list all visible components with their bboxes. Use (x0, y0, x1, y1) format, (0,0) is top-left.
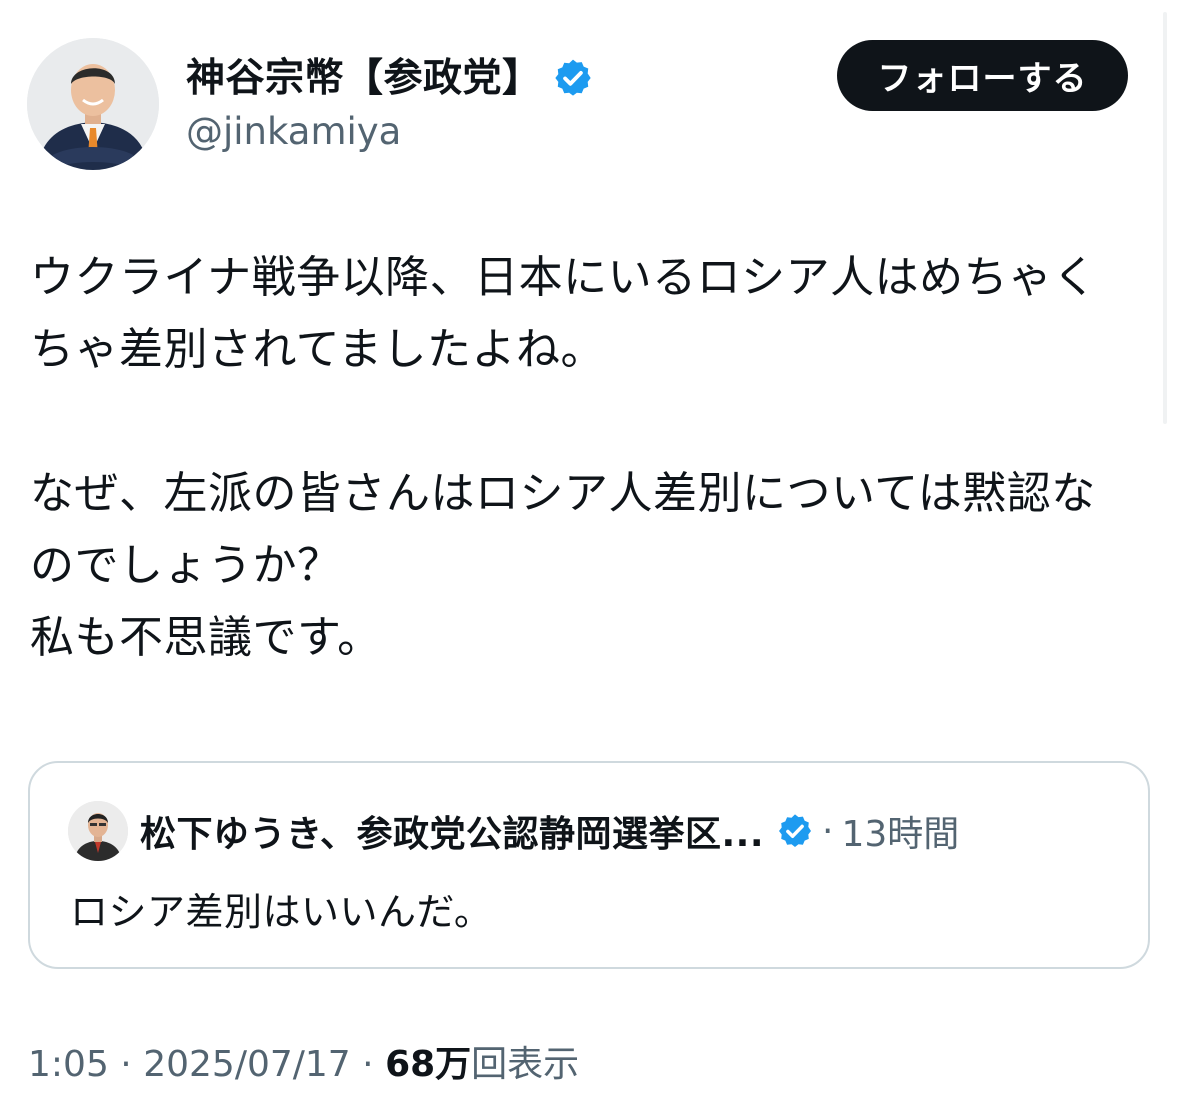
footer-separator: · (120, 1044, 132, 1085)
quoted-tweet-header: 松下ゆうき、参政党公認静岡選挙区... · 13時間 (140, 801, 959, 861)
quoted-tweet-text: ロシア差別はいいんだ。 (70, 890, 493, 934)
author-name-row[interactable]: 神谷宗幣【参政党】 (186, 50, 594, 106)
tweet-time[interactable]: 1:05 (28, 1044, 109, 1085)
tweet-text: ウクライナ戦争以降、日本にいるロシア人はめちゃくちゃ差別されてましたよね。 なぜ… (30, 252, 1098, 663)
quoted-time-ago[interactable]: 13時間 (841, 805, 959, 857)
views-label: 回表示 (471, 1044, 580, 1085)
author-handle[interactable]: @jinkamiya (186, 110, 401, 154)
scrollbar-track[interactable] (1163, 12, 1167, 424)
person-photo-icon (27, 38, 159, 170)
quoted-separator: · (822, 810, 834, 852)
author-display-name[interactable]: 神谷宗幣【参政党】 (186, 59, 542, 98)
verified-badge-icon (554, 59, 591, 96)
author-avatar[interactable] (27, 38, 159, 170)
follow-button[interactable]: フォローする (837, 40, 1128, 111)
quoted-tweet-card[interactable]: 松下ゆうき、参政党公認静岡選挙区... · 13時間 ロシア差別はいいんだ。 (28, 761, 1150, 969)
quoted-author-name[interactable]: 松下ゆうき、参政党公認静岡選挙区... (140, 805, 764, 857)
person-photo-icon (68, 801, 128, 861)
quoted-author-avatar[interactable] (68, 801, 128, 861)
footer-separator: · (362, 1044, 374, 1085)
verified-badge-icon (779, 814, 812, 847)
tweet-date[interactable]: 2025/07/17 (143, 1044, 351, 1085)
views-count: 68万 (385, 1044, 472, 1085)
tweet-footer-meta: 1:05 · 2025/07/17 · 68万回表示 (28, 1043, 579, 1086)
